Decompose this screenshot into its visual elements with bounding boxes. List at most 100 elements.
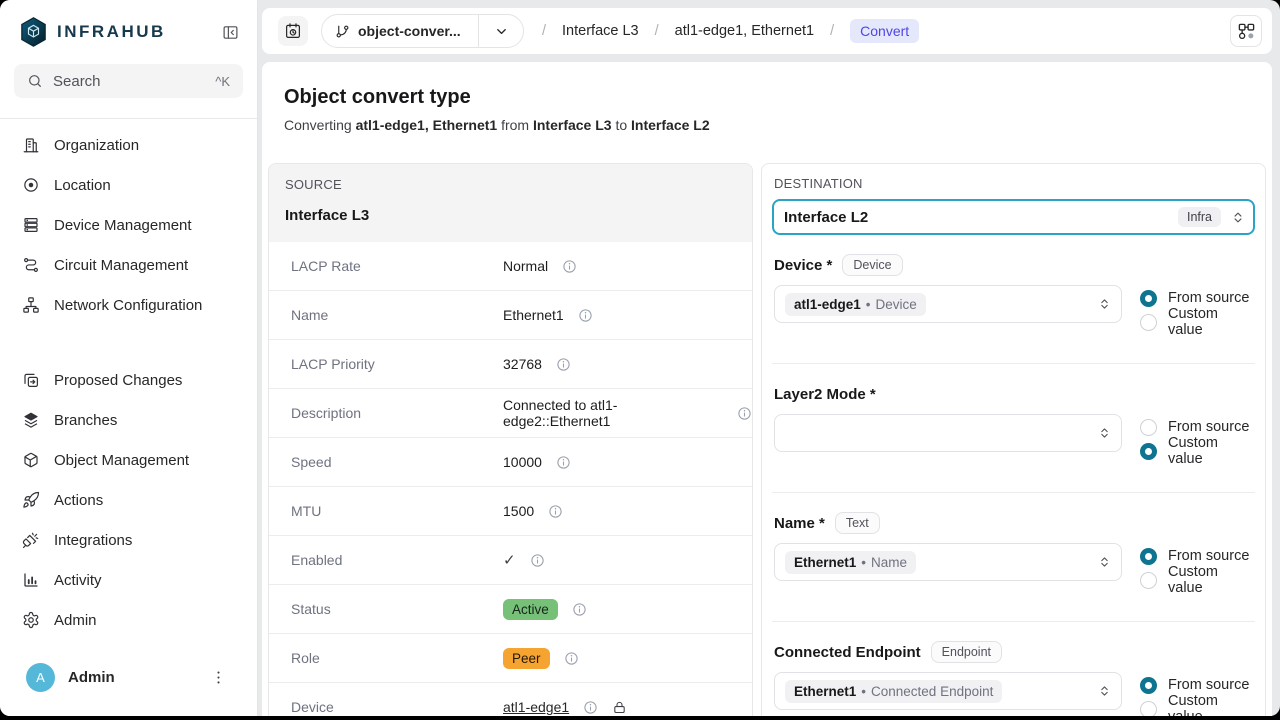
info-icon[interactable] <box>548 504 563 519</box>
sidebar-nav: Organization Location Device Management … <box>0 119 257 640</box>
user-menu[interactable]: A Admin <box>0 649 257 716</box>
field-label: Speed <box>291 454 503 470</box>
custom-value-radio[interactable]: Custom value <box>1140 568 1253 592</box>
field-label: Name <box>291 307 503 323</box>
sidebar-item-admin[interactable]: Admin <box>0 600 257 640</box>
destination-type-select[interactable]: Interface L2 Infra <box>772 199 1255 235</box>
source-row-lacp-priority: LACP Priority 32768 <box>269 340 752 389</box>
calendar-clock-icon <box>284 22 302 40</box>
field-kind-badge: Device <box>842 254 902 276</box>
info-icon[interactable] <box>578 308 593 323</box>
breadcrumb-object[interactable]: atl1-edge1, Ethernet1 <box>675 23 814 39</box>
sidebar-item-label: Integrations <box>54 532 132 549</box>
panels-row: SOURCE Interface L3 LACP Rate Normal Nam… <box>262 163 1272 716</box>
sidebar-item-circuit-management[interactable]: Circuit Management <box>0 245 257 285</box>
info-icon[interactable] <box>556 357 571 372</box>
sidebar-item-branches[interactable]: Branches <box>0 400 257 440</box>
schema-visualizer-button[interactable] <box>1230 15 1262 47</box>
building-icon <box>22 136 40 154</box>
layer2-mode-select[interactable] <box>774 414 1122 452</box>
sidebar-item-label: Object Management <box>54 452 189 469</box>
stepper-icon <box>1098 425 1111 441</box>
connected-endpoint-select[interactable]: Ethernet1•Connected Endpoint <box>774 672 1122 710</box>
time-travel-button[interactable] <box>278 16 308 46</box>
field-value: 32768 <box>503 356 542 372</box>
name-select[interactable]: Ethernet1•Name <box>774 543 1122 581</box>
info-icon[interactable] <box>530 553 545 568</box>
search-icon <box>27 73 43 89</box>
sidebar-item-proposed-changes[interactable]: Proposed Changes <box>0 360 257 400</box>
status-badge: Active <box>503 599 558 620</box>
info-icon[interactable] <box>556 455 571 470</box>
sidebar-item-organization[interactable]: Organization <box>0 125 257 165</box>
kebab-menu-icon[interactable] <box>209 669 227 687</box>
destination-panel: DESTINATION Interface L2 Infra Device * … <box>761 163 1266 716</box>
source-type-name: Interface L3 <box>285 207 736 224</box>
circle-dot-icon <box>22 176 40 194</box>
sidebar-item-label: Proposed Changes <box>54 372 182 389</box>
breadcrumb-separator: / <box>830 23 834 39</box>
sidebar-item-label: Network Configuration <box>54 297 202 314</box>
sidebar-item-label: Actions <box>54 492 103 509</box>
layers-icon <box>22 411 40 429</box>
field-label: Layer2 Mode * <box>774 386 876 403</box>
sidebar-item-label: Organization <box>54 137 139 154</box>
info-icon[interactable] <box>572 602 587 617</box>
chevron-down-icon[interactable] <box>479 24 523 39</box>
search-input[interactable] <box>53 73 205 90</box>
info-icon[interactable] <box>562 259 577 274</box>
field-label: LACP Rate <box>291 258 503 274</box>
sidebar-item-device-management[interactable]: Device Management <box>0 205 257 245</box>
sidebar-item-activity[interactable]: Activity <box>0 560 257 600</box>
branch-selector[interactable]: object-conver... <box>321 14 524 48</box>
copy-arrow-icon <box>22 371 40 389</box>
info-icon[interactable] <box>564 651 579 666</box>
source-row-status: Status Active <box>269 585 752 634</box>
info-icon[interactable] <box>737 406 752 421</box>
custom-value-radio[interactable]: Custom value <box>1140 439 1253 463</box>
sidebar-item-actions[interactable]: Actions <box>0 480 257 520</box>
source-kicker: SOURCE <box>285 177 736 192</box>
sidebar-item-integrations[interactable]: Integrations <box>0 520 257 560</box>
device-select[interactable]: atl1-edge1•Device <box>774 285 1122 323</box>
page-header: Object convert type Converting atl1-edge… <box>262 62 1272 163</box>
field-section-connected-endpoint: Connected Endpoint Endpoint Ethernet1•Co… <box>772 622 1255 716</box>
sidebar-item-label: Branches <box>54 412 117 429</box>
sidebar-item-location[interactable]: Location <box>0 165 257 205</box>
stepper-icon <box>1231 209 1245 226</box>
sidebar-item-object-management[interactable]: Object Management <box>0 440 257 480</box>
panel-collapse-icon <box>222 24 239 41</box>
user-name: Admin <box>68 669 115 686</box>
check-icon: ✓ <box>503 551 516 569</box>
source-row-device: Device atl1-edge1 <box>269 683 752 716</box>
sidebar-item-label: Circuit Management <box>54 257 188 274</box>
sidebar-item-network-configuration[interactable]: Network Configuration <box>0 285 257 325</box>
lock-icon <box>612 700 627 715</box>
stepper-icon <box>1098 554 1111 570</box>
plug-icon <box>22 531 40 549</box>
content-area: object-conver... / Interface L3 / atl1-e… <box>258 0 1280 716</box>
sidebar: INFRAHUB ^K Organization Location <box>0 0 258 716</box>
selected-value-pill: Ethernet1•Connected Endpoint <box>785 680 1002 703</box>
field-label: Description <box>291 405 503 421</box>
app-window: INFRAHUB ^K Organization Location <box>0 0 1280 716</box>
destination-type-value: Interface L2 <box>784 209 1168 226</box>
breadcrumb-convert[interactable]: Convert <box>850 19 919 43</box>
sidebar-collapse-button[interactable] <box>219 21 241 43</box>
device-link[interactable]: atl1-edge1 <box>503 699 569 715</box>
source-row-speed: Speed 10000 <box>269 438 752 487</box>
breadcrumb-separator: / <box>542 23 546 39</box>
info-icon[interactable] <box>583 700 598 715</box>
bar-chart-icon <box>22 571 40 589</box>
source-row-mtu: MTU 1500 <box>269 487 752 536</box>
infrahub-logo-icon <box>20 17 47 47</box>
custom-value-radio[interactable]: Custom value <box>1140 310 1253 334</box>
field-label: Connected Endpoint <box>774 644 921 661</box>
selected-value-pill: Ethernet1•Name <box>785 551 916 574</box>
page-title: Object convert type <box>284 86 1254 109</box>
search-box[interactable]: ^K <box>14 64 243 98</box>
field-label: Device * <box>774 257 832 274</box>
breadcrumb-interface-l3[interactable]: Interface L3 <box>562 23 639 39</box>
custom-value-radio[interactable]: Custom value <box>1140 697 1253 716</box>
value-mode-radios: From source Custom value <box>1140 285 1253 334</box>
